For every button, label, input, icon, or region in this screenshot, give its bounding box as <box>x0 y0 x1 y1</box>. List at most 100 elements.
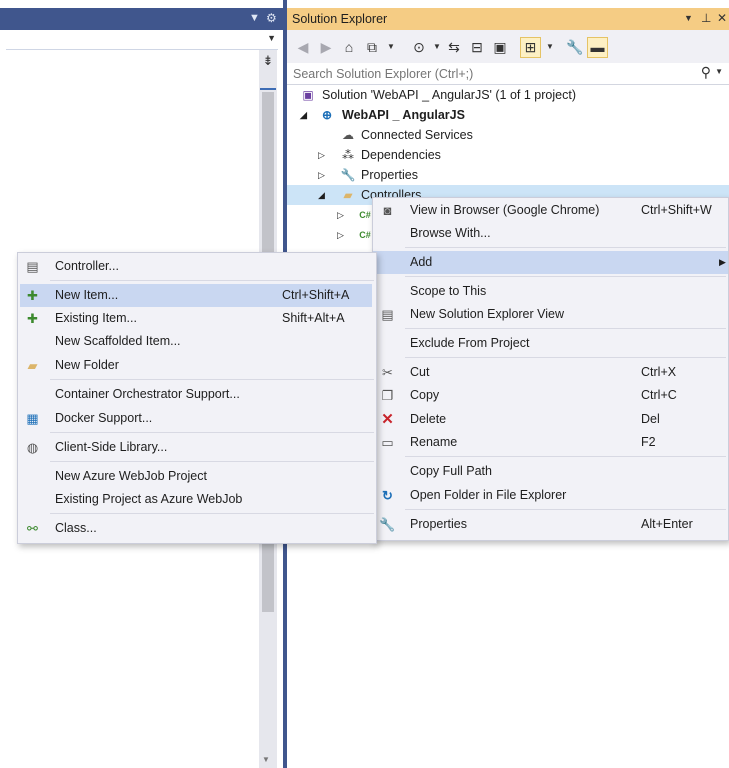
tree-item-connected-services[interactable]: ☁ Connected Services <box>287 125 729 145</box>
expanded-triangle-icon[interactable]: ◢ <box>318 185 325 205</box>
search-input[interactable] <box>291 65 695 83</box>
menu-item-label: Container Orchestrator Support... <box>55 387 240 401</box>
menu-separator <box>405 357 726 358</box>
split-window-icon[interactable]: ⇟ <box>259 52 277 70</box>
submenu-item-container-orchestrator-support[interactable]: Container Orchestrator Support... <box>18 383 376 406</box>
menu-item-label: Class... <box>55 521 97 535</box>
menu-item-label: Properties <box>410 517 467 531</box>
pin-icon[interactable]: ⊥ <box>701 11 711 25</box>
tree-item-project[interactable]: ◢ ⊕ WebAPI _ AngularJS <box>287 105 729 125</box>
pending-changes-filter-icon[interactable]: ⊙ <box>409 37 429 57</box>
csharp-file-icon: C# <box>359 230 371 240</box>
menu-item-copy[interactable]: ❐ Copy Ctrl+C <box>373 384 728 407</box>
properties-pane-icon[interactable]: ▬ <box>587 37 608 58</box>
tree-item-properties[interactable]: ▷ 🔧 Properties <box>287 165 729 185</box>
menu-item-view-in-browser[interactable]: ◙ View in Browser (Google Chrome) Ctrl+S… <box>373 199 728 222</box>
folder-icon: ▰ <box>343 188 353 202</box>
submenu-item-existing-project-as-azure-webjob[interactable]: Existing Project as Azure WebJob <box>18 488 376 511</box>
split-indicator <box>260 88 276 90</box>
switch-views-icon[interactable]: ⧉ <box>362 37 382 57</box>
menu-item-label: Add <box>410 255 433 269</box>
menu-separator <box>405 509 726 510</box>
delete-x-icon: ✕ <box>381 411 394 428</box>
submenu-item-client-side-library[interactable]: ◍ Client-Side Library... <box>18 436 376 459</box>
show-all-files-icon[interactable]: ▣ <box>490 37 510 57</box>
collapsed-triangle-icon[interactable]: ▷ <box>337 205 344 225</box>
submenu-item-docker-support[interactable]: ▦ Docker Support... <box>18 407 376 430</box>
submenu-item-existing-item[interactable]: ✚ Existing Item... Shift+Alt+A <box>18 307 376 330</box>
solution-explorer-search: ⚲ ▼ <box>287 63 729 85</box>
preview-selected-items-icon[interactable]: ⊞ <box>520 37 541 58</box>
menu-item-delete[interactable]: ✕ Delete Del <box>373 408 728 431</box>
collapsed-triangle-icon[interactable]: ▷ <box>318 145 325 165</box>
chevron-down-icon[interactable]: ▼ <box>715 67 723 76</box>
menu-item-copy-full-path[interactable]: Copy Full Path <box>373 460 728 483</box>
menu-separator <box>50 280 374 281</box>
menu-item-open-folder-in-file-explorer[interactable]: ↻ Open Folder in File Explorer <box>373 484 728 507</box>
menu-item-shortcut: Del <box>641 412 660 426</box>
menu-item-exclude-from-project[interactable]: Exclude From Project <box>373 332 728 355</box>
menu-item-browse-with[interactable]: Browse With... <box>373 222 728 245</box>
search-icon[interactable]: ⚲ <box>701 64 711 81</box>
sync-with-active-document-icon[interactable]: ⇆ <box>444 37 464 57</box>
menu-item-shortcut: Shift+Alt+A <box>282 311 345 325</box>
chevron-down-icon[interactable]: ▼ <box>381 37 401 57</box>
window-position-dropdown-icon[interactable]: ▼ <box>249 12 260 24</box>
submenu-item-new-azure-webjob-project[interactable]: New Azure WebJob Project <box>18 465 376 488</box>
submenu-item-new-folder[interactable]: ▰ New Folder <box>18 354 376 377</box>
browser-icon: ◙ <box>383 203 392 218</box>
panel-title: Solution Explorer <box>292 12 388 26</box>
chevron-down-icon[interactable]: ▼ <box>540 37 560 57</box>
expanded-triangle-icon[interactable]: ◢ <box>300 105 307 125</box>
close-icon[interactable]: ✕ <box>717 11 727 25</box>
wrench-icon: 🔧 <box>379 517 396 532</box>
menu-item-scope-to-this[interactable]: Scope to This <box>373 280 728 303</box>
submenu-item-controller[interactable]: ▤ Controller... <box>18 255 376 278</box>
add-submenu: ▤ Controller... ✚ New Item... Ctrl+Shift… <box>17 252 377 544</box>
controller-icon: ▤ <box>26 259 39 274</box>
collapsed-triangle-icon[interactable]: ▷ <box>337 225 344 245</box>
menu-item-cut[interactable]: ✂ Cut Ctrl+X <box>373 361 728 384</box>
tree-item-solution[interactable]: ▣ Solution 'WebAPI _ AngularJS' (1 of 1 … <box>287 85 729 105</box>
menu-item-label: Client-Side Library... <box>55 440 168 454</box>
menu-item-rename[interactable]: ▭ Rename F2 <box>373 431 728 454</box>
tree-item-controller-file[interactable]: ▷ C# <box>287 205 377 225</box>
collapsed-triangle-icon[interactable]: ▷ <box>318 165 325 185</box>
gear-icon[interactable]: ⚙ <box>266 11 277 25</box>
menu-item-shortcut: Ctrl+X <box>641 365 677 379</box>
back-icon[interactable]: ◀ <box>293 37 313 57</box>
csharp-file-icon: C# <box>359 210 371 220</box>
scroll-down-icon[interactable]: ▼ <box>262 755 270 764</box>
existing-item-icon: ✚ <box>27 311 38 326</box>
scissors-icon: ✂ <box>382 365 393 380</box>
menu-separator <box>405 247 726 248</box>
open-folder-arrow-icon: ↻ <box>382 488 393 503</box>
submenu-item-class[interactable]: ⚯ Class... <box>18 517 376 540</box>
menu-item-label: Delete <box>410 412 447 426</box>
solution-explorer-toolbar: ◀ ▶ ⌂ ⧉ ▼ ⊙ ▼ ⇆ ⊟ ▣ ⊞ ▼ 🔧 ▬ <box>287 30 729 63</box>
tree-item-controller-file[interactable]: ▷ C# <box>287 225 377 245</box>
class-icon: ⚯ <box>27 521 38 536</box>
copy-icon: ❐ <box>381 388 394 403</box>
menu-item-properties[interactable]: 🔧 Properties Alt+Enter <box>373 513 728 536</box>
forward-icon[interactable]: ▶ <box>316 37 336 57</box>
submenu-item-new-scaffolded-item[interactable]: New Scaffolded Item... <box>18 330 376 353</box>
window-position-dropdown-icon[interactable]: ▼ <box>684 13 693 23</box>
home-icon[interactable]: ⌂ <box>339 37 359 57</box>
collapse-all-icon[interactable]: ⊟ <box>467 37 487 57</box>
menu-item-shortcut: Ctrl+C <box>641 388 677 402</box>
menu-item-label: Exclude From Project <box>410 336 530 350</box>
submenu-arrow-icon: ▶ <box>719 257 726 267</box>
menu-item-label: Copy Full Path <box>410 464 492 478</box>
menu-item-add[interactable]: Add ▶ <box>373 251 728 274</box>
submenu-item-new-item[interactable]: ✚ New Item... Ctrl+Shift+A <box>20 284 372 307</box>
wrench-icon[interactable]: 🔧 <box>565 37 585 57</box>
member-dropdown[interactable]: ▼ <box>6 31 278 50</box>
tree-item-dependencies[interactable]: ▷ ⁂ Dependencies <box>287 145 729 165</box>
menu-separator <box>405 456 726 457</box>
menu-item-new-solution-explorer-view[interactable]: ▤ New Solution Explorer View <box>373 303 728 326</box>
menu-item-shortcut: F2 <box>641 435 656 449</box>
menu-item-label: Rename <box>410 435 458 449</box>
globe-icon: ◍ <box>26 440 39 455</box>
menu-separator <box>50 461 374 462</box>
